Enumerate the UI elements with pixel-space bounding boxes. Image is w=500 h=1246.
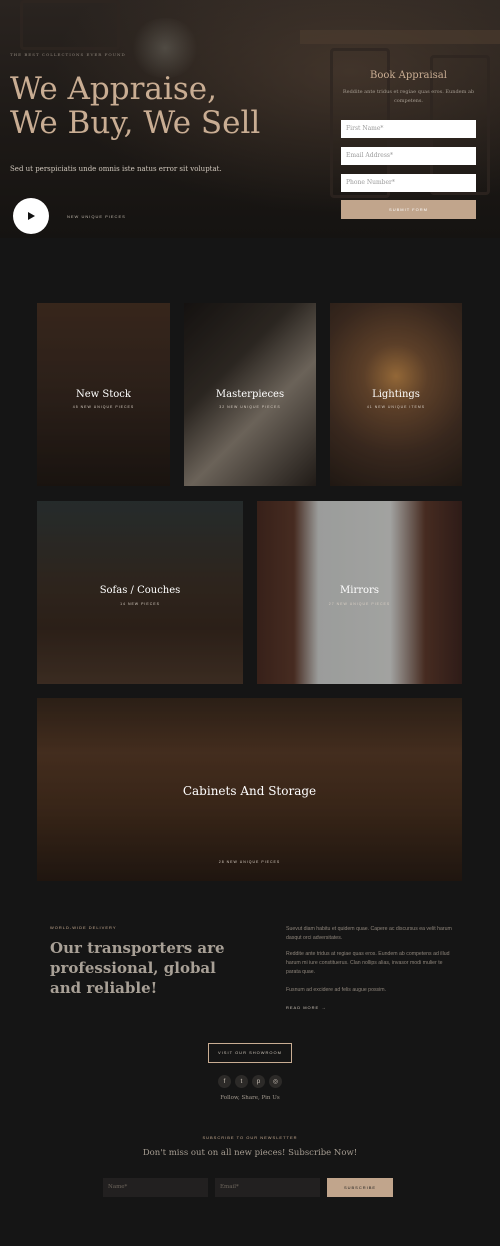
hero-kicker: The best collections ever found: [10, 52, 126, 57]
social-links: f t p ◎: [218, 1075, 282, 1088]
category-tile-new-stock[interactable]: New Stock 45 New Unique Pieces: [37, 303, 170, 486]
tile-sub: 45 New Unique Pieces: [72, 405, 135, 409]
read-more-link[interactable]: Read More →: [286, 1005, 326, 1010]
delivery-kicker: World-Wide Delivery: [50, 925, 117, 930]
category-tile-cabinets[interactable]: Cabinets And Storage 28 New Unique Piece…: [37, 698, 462, 881]
newsletter-email-field[interactable]: Email*: [215, 1178, 320, 1197]
form-description: Reddite ante tridus et regiae quas eros.…: [342, 89, 475, 104]
category-tile-sofas[interactable]: Sofas / Couches 14 New Pieces: [37, 501, 243, 684]
tile-label: Masterpieces: [215, 389, 285, 400]
tile-label: New Stock: [76, 389, 131, 400]
pinterest-icon[interactable]: p: [252, 1075, 265, 1088]
book-appraisal-form: Book Appraisal Reddite ante tridus et re…: [341, 70, 476, 219]
tile-label: Mirrors: [340, 585, 379, 596]
hero-bg-table: [300, 30, 500, 44]
newsletter-title: Don't miss out on all new pieces! Subscr…: [142, 1148, 358, 1158]
category-tile-mirrors[interactable]: Mirrors 27 New Unique Pieces: [257, 501, 462, 684]
delivery-title: Our transporters are professional, globa…: [50, 939, 225, 997]
play-icon: [28, 212, 35, 220]
phone-field[interactable]: Phone Number*: [341, 174, 476, 192]
hero-section: The best collections ever found We Appra…: [0, 0, 500, 238]
instagram-icon[interactable]: ◎: [269, 1075, 282, 1088]
tile-label: Lightings: [372, 389, 420, 400]
hero-title: We Appraise, We Buy, We Sell: [10, 71, 261, 141]
tile-label: Sofas / Couches: [99, 585, 181, 596]
delivery-paragraph: Reddite ante tridus at regiae quas eros.…: [286, 951, 450, 975]
tile-sub: 27 New Unique Pieces: [328, 602, 391, 606]
tile-label: Cabinets And Storage: [182, 784, 317, 798]
first-name-field[interactable]: First Name*: [341, 120, 476, 138]
delivery-paragraph: Fusnum ad excidere ad felis augue possim…: [286, 987, 387, 993]
subscribe-button[interactable]: Subscribe: [327, 1178, 393, 1197]
submit-form-button[interactable]: Submit Form: [341, 200, 476, 219]
category-tile-masterpieces[interactable]: Masterpieces 32 New Unique Pieces: [184, 303, 316, 486]
newsletter-kicker: Subscribe to our newsletter: [202, 1135, 298, 1140]
category-tile-lightings[interactable]: Lightings 41 New Unique Items: [330, 303, 462, 486]
delivery-paragraph: Suevut diam habitu et quidem quae. Caper…: [286, 926, 452, 941]
tile-sub: 14 New Pieces: [120, 602, 160, 606]
play-video-button[interactable]: [13, 198, 49, 234]
hero-bg-plant: [130, 18, 200, 78]
tile-sub: 28 New Unique Pieces: [218, 860, 281, 864]
follow-text: Follow, Share, Pin Us: [220, 1095, 280, 1101]
tile-sub: 32 New Unique Pieces: [219, 405, 281, 409]
play-label: New Unique Pieces: [67, 214, 126, 219]
form-title: Book Appraisal: [370, 70, 447, 81]
newsletter-name-field[interactable]: Name*: [103, 1178, 208, 1197]
email-field[interactable]: Email Address*: [341, 147, 476, 165]
facebook-icon[interactable]: f: [218, 1075, 231, 1088]
hero-bg-chair: [20, 0, 120, 50]
tile-sub: 41 New Unique Items: [366, 405, 426, 409]
visit-showroom-button[interactable]: Visit Our Showroom: [208, 1043, 292, 1063]
hero-subtitle: Sed ut perspiciatis unde omnis iste natu…: [10, 165, 222, 173]
twitter-icon[interactable]: t: [235, 1075, 248, 1088]
